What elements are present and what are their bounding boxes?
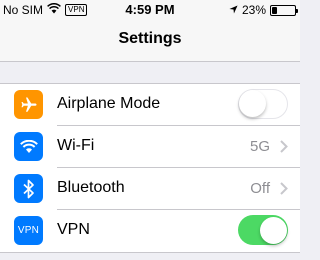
airplane-icon xyxy=(14,90,43,119)
toggle-knob xyxy=(260,216,287,244)
location-arrow-icon xyxy=(229,3,238,17)
status-bar: No SIM VPN 4:59 PM 23% xyxy=(0,0,300,20)
settings-row-vpn[interactable]: VPN VPN xyxy=(0,210,300,252)
battery-percent: 23% xyxy=(241,3,266,17)
airplane-mode-toggle[interactable] xyxy=(238,89,288,119)
chevron-right-icon xyxy=(280,182,288,200)
settings-row-airplane-mode[interactable]: Airplane Mode xyxy=(0,84,300,126)
vpn-toggle[interactable] xyxy=(238,215,288,245)
wifi-icon xyxy=(14,132,43,161)
bluetooth-status-value: Off xyxy=(250,180,270,197)
settings-row-label: Bluetooth xyxy=(57,179,125,196)
battery-icon xyxy=(270,4,298,16)
page-title: Settings xyxy=(118,30,182,47)
settings-row-wifi[interactable]: Wi-Fi 5G xyxy=(0,126,300,168)
toggle-knob xyxy=(239,90,266,117)
status-right: 23% xyxy=(229,3,298,17)
wifi-network-value: 5G xyxy=(249,138,270,155)
navigation-bar: Settings xyxy=(0,20,300,62)
settings-row-label: Wi-Fi xyxy=(57,137,95,154)
bluetooth-icon xyxy=(14,174,43,203)
settings-row-bluetooth[interactable]: Bluetooth Off xyxy=(0,168,300,210)
vpn-icon: VPN xyxy=(14,216,43,245)
settings-row-label: VPN xyxy=(57,221,90,238)
chevron-right-icon xyxy=(280,140,288,158)
settings-list: Airplane Mode Wi-Fi 5G Bluetooth Off VPN… xyxy=(0,83,300,253)
settings-row-label: Airplane Mode xyxy=(57,95,161,112)
